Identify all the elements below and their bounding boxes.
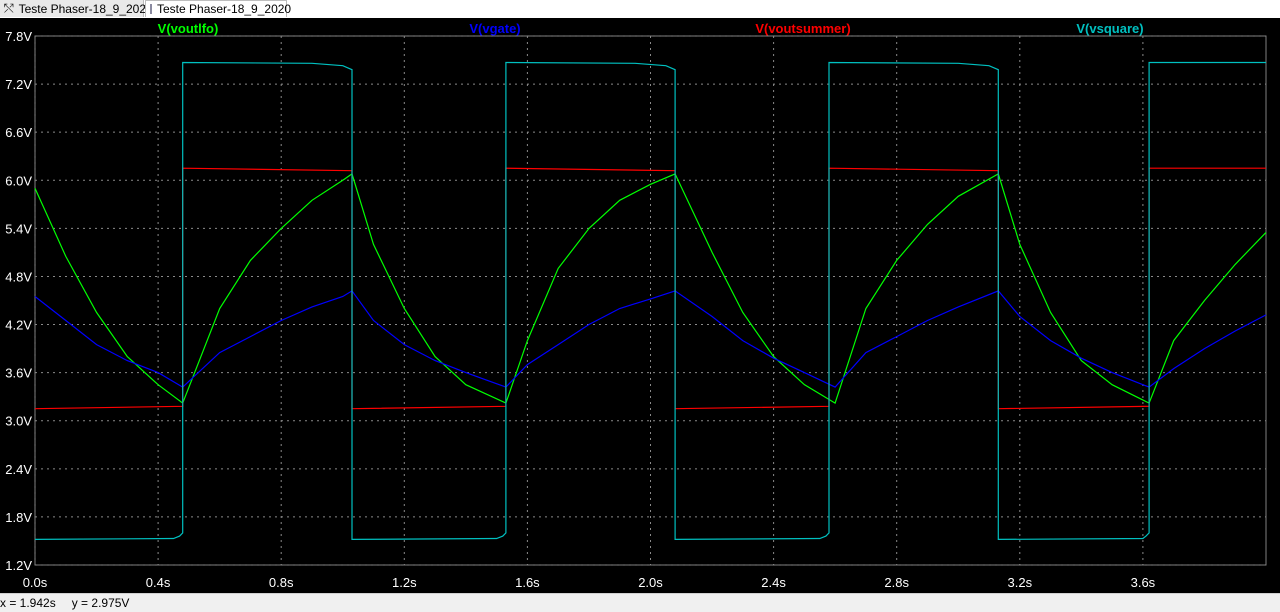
legend-label[interactable]: V(vsquare)	[1076, 21, 1143, 36]
y-tick-label: 1.2V	[5, 558, 32, 573]
y-tick-label: 7.2V	[5, 77, 32, 92]
y-tick-label: 5.4V	[5, 221, 32, 236]
x-tick-label: 1.6s	[515, 575, 540, 590]
y-tick-label: 4.8V	[5, 269, 32, 284]
waveform-grid-icon	[150, 4, 152, 14]
x-tick-label: 3.6s	[1131, 575, 1156, 590]
legend-label[interactable]: V(vgate)	[469, 21, 520, 36]
x-tick-label: 2.0s	[638, 575, 663, 590]
x-tick-label: 3.2s	[1008, 575, 1033, 590]
x-tick-label: 2.8s	[884, 575, 909, 590]
x-tick-label: 2.4s	[761, 575, 786, 590]
y-tick-label: 3.6V	[5, 366, 32, 381]
tab-label: Teste Phaser-18_9_2020	[157, 2, 292, 16]
y-tick-label: 6.6V	[5, 125, 32, 140]
tab-bar: ⤲ Teste Phaser-18_9_2020 Teste Phaser-18…	[0, 0, 1280, 19]
legend-label[interactable]: V(voutlfo)	[158, 21, 219, 36]
x-tick-label: 0.8s	[269, 575, 294, 590]
status-bar: x = 1.942s y = 2.975V	[0, 593, 1280, 612]
waveform-plot[interactable]: 7.8V 7.2V 6.6V 6.0V 5.4V 4.8V 4.2V 3.6V 3.0V 2.4V…	[0, 18, 1280, 593]
y-tick-label: 7.8V	[5, 29, 32, 44]
tab-waveform[interactable]: Teste Phaser-18_9_2020	[145, 0, 291, 17]
tab-schematic[interactable]: ⤲ Teste Phaser-18_9_2020	[0, 0, 153, 17]
probe-icon: ⤲	[4, 1, 14, 15]
y-tick-label: 4.2V	[5, 318, 32, 333]
y-tick-label: 1.8V	[5, 510, 32, 525]
y-tick-label: 3.0V	[5, 414, 32, 429]
waveform-chart[interactable]: 7.8V 7.2V 6.6V 6.0V 5.4V 4.8V 4.2V 3.6V 3.0V 2.4V…	[0, 18, 1280, 593]
x-tick-label: 1.2s	[392, 575, 417, 590]
x-tick-label: 0.4s	[146, 575, 171, 590]
tab-label: Teste Phaser-18_9_2020	[18, 1, 153, 16]
x-tick-label: 0.0s	[23, 575, 48, 590]
y-tick-label: 6.0V	[5, 173, 32, 188]
legend-label[interactable]: V(voutsummer)	[755, 21, 850, 36]
y-tick-label: 2.4V	[5, 462, 32, 477]
cursor-x-readout: x = 1.942s	[0, 596, 56, 610]
cursor-y-readout: y = 2.975V	[71, 596, 130, 610]
